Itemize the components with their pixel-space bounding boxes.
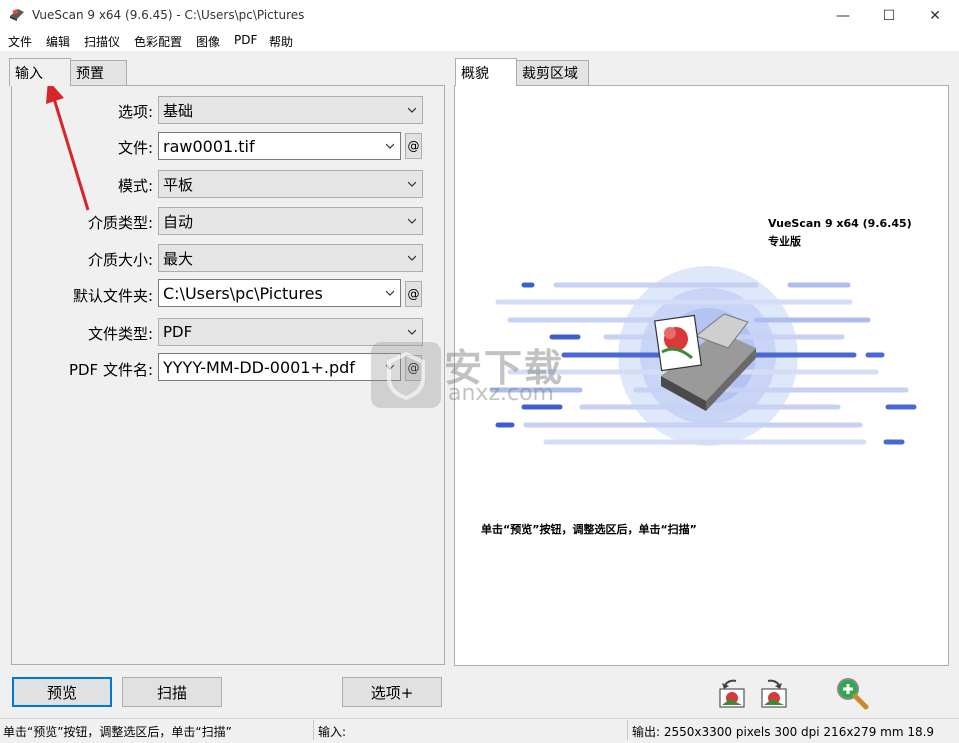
options-value: 基础 xyxy=(163,101,194,120)
maximize-icon: ☐ xyxy=(882,7,896,24)
pdf-filename-input[interactable]: YYYY-MM-DD-0001+.pdf xyxy=(158,353,401,381)
chevron-down-icon xyxy=(408,181,416,187)
window-title: VueScan 9 x64 (9.6.45) - C:\Users\pc\Pic… xyxy=(32,8,305,22)
rotate-left-icon[interactable] xyxy=(716,675,752,711)
pdf-filename-value: YYYY-MM-DD-0001+.pdf xyxy=(163,357,355,377)
media-size-value: 最大 xyxy=(163,249,194,268)
chevron-down-icon xyxy=(386,143,394,149)
mode-value: 平板 xyxy=(163,175,194,194)
tab-crop-area[interactable]: 裁剪区域 xyxy=(516,60,589,85)
minimize-button[interactable]: — xyxy=(820,0,866,31)
file-at-button[interactable]: @ xyxy=(405,133,422,159)
menu-help[interactable]: 帮助 xyxy=(269,33,293,50)
status-hint: 单击“预览”按钮，调整选区后，单击“扫描” xyxy=(3,725,232,739)
status-input: 输入: xyxy=(318,725,347,739)
chevron-down-icon xyxy=(408,218,416,224)
menu-edit[interactable]: 编辑 xyxy=(46,33,70,50)
menu-file[interactable]: 文件 xyxy=(8,33,32,50)
app-icon xyxy=(10,9,24,21)
watermark-logo xyxy=(371,342,441,408)
media-type-value: 自动 xyxy=(163,212,194,231)
tab-input-label: 输入 xyxy=(15,65,43,82)
rotate-right-icon[interactable] xyxy=(756,675,792,711)
app-version-text: VueScan 9 x64 (9.6.45) xyxy=(768,217,912,230)
media-size-select[interactable]: 最大 xyxy=(158,244,423,272)
edition-text: 专业版 xyxy=(768,235,801,248)
scan-button[interactable]: 扫描 xyxy=(122,677,222,707)
red-arrow-annotation xyxy=(46,80,90,211)
watermark-domain: anxz.com xyxy=(448,381,554,406)
menu-pdf[interactable]: PDF xyxy=(234,33,257,47)
default-folder-input[interactable]: C:\Users\pc\Pictures xyxy=(158,279,401,307)
default-folder-at-button[interactable]: @ xyxy=(405,281,422,307)
mode-select[interactable]: 平板 xyxy=(158,170,423,198)
chevron-down-icon xyxy=(408,255,416,261)
menu-color-profile[interactable]: 色彩配置 xyxy=(134,33,182,50)
chevron-down-icon xyxy=(386,290,394,296)
status-separator xyxy=(627,720,628,740)
chevron-down-icon xyxy=(408,329,416,335)
zoom-in-icon[interactable] xyxy=(834,675,870,711)
minimize-icon: — xyxy=(836,7,850,24)
status-output: 输出: 2550x3300 pixels 300 dpi 216x279 mm … xyxy=(632,725,935,739)
maximize-button[interactable]: ☐ xyxy=(866,0,912,31)
tab-overview-label: 概貌 xyxy=(461,65,489,82)
default-folder-value: C:\Users\pc\Pictures xyxy=(163,283,323,303)
chevron-down-icon xyxy=(408,107,416,113)
menu-scanner[interactable]: 扫描仪 xyxy=(84,33,120,50)
preview-button[interactable]: 预览 xyxy=(12,677,112,707)
shield-icon xyxy=(387,351,425,401)
file-input[interactable]: raw0001.tif xyxy=(158,132,401,160)
file-value: raw0001.tif xyxy=(163,136,255,156)
close-icon: ✕ xyxy=(929,7,941,24)
menu-image[interactable]: 图像 xyxy=(196,33,220,50)
pdf-filename-label: PDF 文件名: xyxy=(68,361,153,379)
default-folder-label: 默认文件夹: xyxy=(72,287,153,305)
options-select[interactable]: 基础 xyxy=(158,96,423,124)
preview-hint-text: 单击“预览”按钮，调整选区后，单击“扫描” xyxy=(481,523,697,536)
media-size-label: 介质大小: xyxy=(87,251,153,269)
file-type-value: PDF xyxy=(163,323,193,341)
options-plus-button[interactable]: 选项+ xyxy=(342,677,442,707)
tab-crop-area-label: 裁剪区域 xyxy=(522,66,578,82)
status-separator xyxy=(313,720,314,740)
media-type-select[interactable]: 自动 xyxy=(158,207,423,235)
tab-input[interactable]: 输入 xyxy=(9,58,71,86)
close-button[interactable]: ✕ xyxy=(912,0,958,31)
file-type-label: 文件类型: xyxy=(87,325,153,343)
tab-overview[interactable]: 概貌 xyxy=(455,58,517,86)
